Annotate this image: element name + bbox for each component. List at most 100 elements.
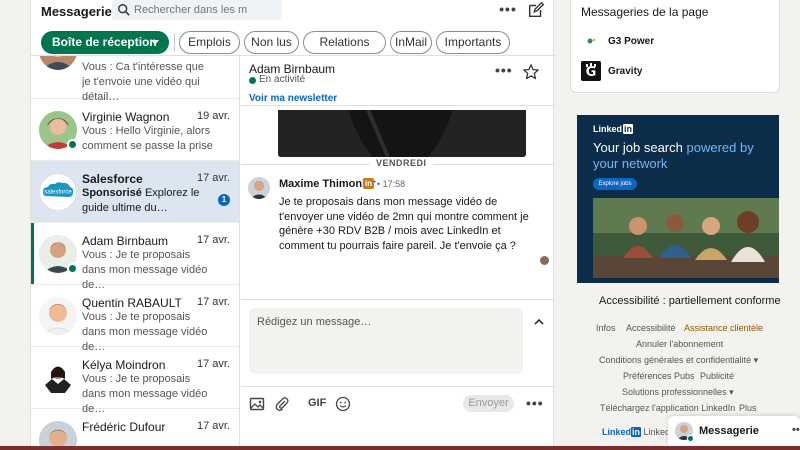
conversation-list: Vous : Ca t'intéresse que je t'envoie un… [31,56,240,446]
conversation-name: Kélya Moindron [82,358,166,372]
sponsored-label: Sponsorisé [82,187,142,199]
filter-bar: Boîte de réception Emplois Non lus Relat… [31,24,555,56]
footer-link-preferences[interactable]: Préférences Pubs [623,371,695,381]
more-options-icon[interactable]: ••• [497,0,519,20]
message-time: • 17:58 [377,179,406,189]
filter-chip-relations[interactable]: Relations [303,31,386,54]
ad-headline: Your job search powered by your network [593,140,773,172]
messaging-minimized-bar[interactable]: Messagerie ••• [668,416,800,446]
conversation-date: 19 avr. [196,110,230,122]
star-icon[interactable] [522,63,540,81]
chevron-down-icon [151,40,159,45]
accessibility-status[interactable]: Accessibilité : partiellement conforme [599,295,781,307]
shared-image[interactable] [278,110,526,157]
day-separator-label: VENDREDI [370,158,433,168]
ad-photo [593,198,779,278]
search-icon [118,4,130,16]
inbox-dropdown[interactable]: Boîte de réception [41,31,169,54]
divider [241,386,555,387]
conversation-date: 17 avr. [196,420,230,432]
conversation-item[interactable]: Quentin RABAULT 17 avr. Vous : Je te pro… [31,285,239,353]
premium-badge-icon: in [363,178,374,189]
avatar [39,421,77,446]
footer-link-infos[interactable]: Infos [596,323,616,333]
avatar [39,297,77,335]
more-options-icon[interactable]: ••• [495,62,513,78]
gravity-logo-icon: G [581,61,601,81]
send-button[interactable]: Envoyer [463,395,514,412]
gif-button[interactable]: GIF [308,397,326,409]
linkedin-logo-icon: Linked in [593,124,634,134]
conversation-name: Frédéric Dufour [82,420,166,434]
search-box[interactable] [112,0,282,20]
messaging-title: Messagerie [41,4,112,19]
conversation-item[interactable]: Kélya Moindron 17 avr. Vous : Je te prop… [31,347,239,415]
thread-status: En activité [259,74,306,85]
conversation-item-active[interactable]: Adam Birnbaum 17 avr. Vous : Je te propo… [31,223,239,291]
footer-link-plus[interactable]: Plus [739,403,757,413]
chevron-up-icon[interactable] [533,316,545,328]
window-edge [0,446,800,450]
footer-link-conditions[interactable]: Conditions générales et confidentialité … [599,355,758,366]
conversation-date: 17 avr. [196,234,230,246]
message-composer[interactable] [249,308,523,374]
message-input[interactable] [257,316,515,366]
conversation-preview: Sponsorisé Explorez le guide ultime du… [82,186,214,216]
filter-chip-importants[interactable]: Importants [436,31,510,54]
footer-link-accessibilite[interactable]: Accessibilité [626,323,676,333]
ad-brand-text: Linked [593,124,623,134]
avatar[interactable] [248,177,270,199]
image-icon[interactable] [249,396,265,412]
conversation-thread: Adam Birnbaum En activité ••• Voir ma ne… [241,56,555,446]
linkedin-ad[interactable]: Linked in Your job search powered by your… [577,115,779,283]
footer-brand: Linked [602,427,632,437]
footer-link-solutions[interactable]: Solutions professionnelles ▾ [622,387,734,398]
page-messaging-item[interactable]: G3 Power [581,31,771,53]
more-options-icon[interactable]: ••• [526,395,544,411]
filter-chip-emplois[interactable]: Emplois [179,31,240,54]
conversation-item[interactable]: Vous : Ca t'intéresse que je t'envoie un… [31,56,239,103]
conversation-name: Salesforce [82,172,143,186]
conversation-name: Adam Birnbaum [82,234,169,248]
messaging-bar-label: Messagerie [699,425,759,437]
conversation-name: Virginie Wagnon [82,110,170,124]
conversation-date: 17 avr. [196,358,230,370]
ad-cta-button[interactable]: Explore jobs [593,178,637,190]
paperclip-icon[interactable] [274,396,290,412]
footer-link-assistance[interactable]: Assistance clientèle [684,323,763,333]
svg-text:salesforce: salesforce [44,190,72,196]
messaging-header: Messagerie ••• [31,0,555,24]
conversation-item-selected[interactable]: salesforce Salesforce 17 avr. Sponsorisé… [31,161,239,223]
message-author[interactable]: Maxime Thimonier [279,178,376,190]
avatar [39,56,77,70]
more-options-icon[interactable]: ••• [792,424,800,436]
compose-icon[interactable] [527,1,545,19]
page-messaging-card: Messageries de la page G3 Power G Gravit… [570,0,780,93]
page-name: G3 Power [608,36,655,47]
filter-chip-non-lus[interactable]: Non lus [244,31,299,54]
conversation-date: 17 avr. [196,296,230,308]
svg-text:G: G [586,65,597,80]
conversation-date: 17 avr. [196,172,230,184]
g3-power-logo-icon [581,31,601,51]
linkedin-footer-logo-icon: Linkedin Linked [602,427,670,437]
footer-brand-rest: Linked [641,427,671,437]
footer-link-telecharger[interactable]: Téléchargez l'application LinkedIn [600,403,735,413]
salesforce-logo-icon: salesforce [39,173,77,211]
message-body: Je te proposais dans mon message vidéo d… [279,196,529,252]
search-input[interactable] [134,2,278,18]
inbox-label: Boîte de réception [52,35,157,49]
avatar [39,359,77,397]
page-messaging-item[interactable]: G Gravity [581,61,771,83]
page-name: Gravity [608,66,643,77]
conversation-item[interactable]: Frédéric Dufour 17 avr. [31,409,239,446]
unread-count-badge: 1 [218,194,230,206]
filter-chip-inmail[interactable]: InMail [390,31,432,54]
read-receipt-avatar [540,256,549,265]
conversation-item[interactable]: Virginie Wagnon 19 avr. Vous : Hello Vir… [31,99,239,167]
online-status-icon [249,77,256,84]
footer-link-annuler[interactable]: Annuler l'abonnement [636,339,723,349]
footer-link-publicite[interactable]: Publicité [700,371,734,381]
emoji-icon[interactable] [335,396,351,412]
newsletter-link[interactable]: Voir ma newsletter [249,93,337,104]
